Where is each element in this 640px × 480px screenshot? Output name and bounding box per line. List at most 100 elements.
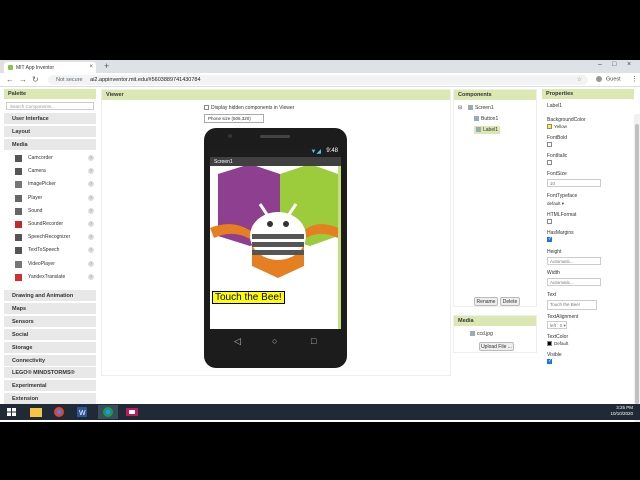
has-margins-checkbox[interactable] [547,236,552,242]
delete-button[interactable]: Delete [500,297,520,306]
screen-scrollbar[interactable] [338,166,341,329]
palette-item-camera[interactable]: Camera? [10,165,96,178]
tree-item-screen1[interactable]: Screen1 [468,105,494,111]
bee-stripe [252,242,304,247]
system-clock[interactable]: 3:25 PM 10/10/2020 [585,405,633,417]
palette-item-speechrecognizer[interactable]: SpeechRecognizer? [10,231,96,244]
palette-item-videoplayer[interactable]: VideoPlayer? [10,258,96,271]
tree-item-label1[interactable]: Label1 [474,126,501,134]
palette-category-experimental[interactable]: Experimental [4,380,96,393]
forward-icon[interactable]: → [19,75,27,84]
text-color-value[interactable]: Default [547,341,568,347]
components-header: Components [454,90,536,100]
screen-recorder-icon[interactable] [122,405,142,419]
palette-item-texttospeech[interactable]: TextToSpeech? [10,244,96,257]
tab-close-icon[interactable]: × [89,64,93,70]
maximize-button[interactable]: □ [612,61,616,68]
help-icon[interactable]: ? [88,181,94,188]
help-icon[interactable]: ? [88,221,94,227]
palette-category-maps[interactable]: Maps [4,302,96,315]
html-format-checkbox[interactable] [547,219,552,224]
visible-checkbox[interactable] [547,358,552,364]
file-explorer-icon[interactable] [26,405,46,419]
palette-category-storage[interactable]: Storage [4,341,96,354]
tree-toggle-icon[interactable]: ⊟ [458,105,462,111]
sound-icon [15,207,22,215]
upload-file-button[interactable]: Upload File ... [479,342,514,351]
minimize-button[interactable]: – [598,61,602,68]
text-color-label: TextColor [547,334,569,340]
palette-category-media[interactable]: Media [4,139,96,151]
chrome-active-icon[interactable] [98,405,118,419]
components-panel: Components ⊟ Screen1 Button1 Label1 Rena… [453,89,537,307]
videoplayer-icon [15,260,22,268]
palette-item-player[interactable]: Player? [10,192,96,205]
font-italic-checkbox[interactable] [547,160,552,165]
bookmark-star-icon[interactable]: ☆ [577,76,582,83]
tree-item-button1[interactable]: Button1 [474,116,498,122]
palette-category-social[interactable]: Social [4,328,96,341]
palette-item-camcorder[interactable]: Camcorder? [10,152,96,165]
viewer-header: Viewer [102,90,450,100]
tab-title: MIT App Inventor [16,65,54,71]
background-color-value[interactable]: Yellow [547,124,567,130]
new-tab-button[interactable]: + [104,61,109,71]
palette-item-label: YandexTranslate [28,273,66,280]
display-hidden-checkbox[interactable]: Display hidden components in Viewer [204,105,294,111]
help-icon[interactable]: ? [88,273,94,280]
browser-menu-icon[interactable]: ⋮ [631,75,638,83]
help-icon[interactable]: ? [88,194,94,201]
media-panel: Media ccd.jpg Upload File ... [453,315,537,353]
word-icon[interactable]: W [72,405,92,419]
font-typeface-select[interactable]: default ▾ [547,201,564,207]
scrollbar-thumb[interactable] [635,124,639,404]
media-file-item[interactable]: ccd.jpg [470,331,493,337]
text-input[interactable]: Touch the Bee! [547,300,597,310]
label1-preview[interactable]: Touch the Bee! [212,291,285,304]
palette-category-user-interface[interactable]: User Interface [4,113,96,125]
page-scrollbar[interactable] [634,114,640,422]
palette-item-soundrecorder[interactable]: SoundRecorder? [10,218,96,231]
security-indicator[interactable]: Not secure [56,77,83,83]
palette-category-lego-mindstorms[interactable]: LEGO® MINDSTORMS® [4,367,96,380]
background-color-label: BackgroundColor [547,117,586,123]
palette-category-layout[interactable]: Layout [4,126,96,138]
palette-header: Palette [4,89,96,99]
palette-category-drawing-and-animation[interactable]: Drawing and Animation [4,290,96,302]
palette-item-yandextranslate[interactable]: YandexTranslate? [10,271,96,284]
phone-camera [228,134,232,138]
phone-size-select[interactable]: Phone size (505,320) [204,114,264,123]
help-icon[interactable]: ? [88,234,94,241]
help-icon[interactable]: ? [88,155,94,161]
help-icon[interactable]: ? [88,207,94,214]
reload-icon[interactable]: ↻ [32,75,39,84]
palette-item-imagepicker[interactable]: ImagePicker? [10,178,96,191]
url-field[interactable]: Not secure ai2.appinventor.mit.edu/#5603… [48,75,588,85]
palette-category-sensors[interactable]: Sensors [4,315,96,328]
speechrecognizer-icon [15,234,22,242]
screen-icon [468,105,473,111]
phone-home-icon: ○ [272,336,278,346]
text-alignment-select[interactable]: left : 0 ▾ [547,321,567,329]
bee-button-image[interactable] [210,166,338,281]
palette-search-input[interactable]: Search Components... [6,102,94,110]
phone-clock: 9:48 [326,148,338,154]
checkbox-icon [204,105,209,111]
font-size-input[interactable]: 10 [547,179,601,187]
svg-text:W: W [79,410,86,417]
help-icon[interactable]: ? [88,247,94,254]
help-icon[interactable]: ? [88,168,94,175]
windows-start-icon[interactable] [2,405,22,419]
height-input[interactable]: Automatic... [547,257,601,265]
browser-tab[interactable]: MIT App Inventor × [4,62,96,73]
width-input[interactable]: Automatic... [547,278,601,286]
chrome-icon[interactable] [49,405,69,419]
help-icon[interactable]: ? [88,260,94,267]
rename-button[interactable]: Rename [474,297,498,306]
back-icon[interactable]: ← [6,75,14,84]
profile-button[interactable]: Guest [596,76,621,82]
font-bold-checkbox[interactable] [547,142,552,147]
palette-item-sound[interactable]: Sound? [10,205,96,218]
close-window-button[interactable]: × [627,61,631,68]
palette-category-connectivity[interactable]: Connectivity [4,354,96,367]
